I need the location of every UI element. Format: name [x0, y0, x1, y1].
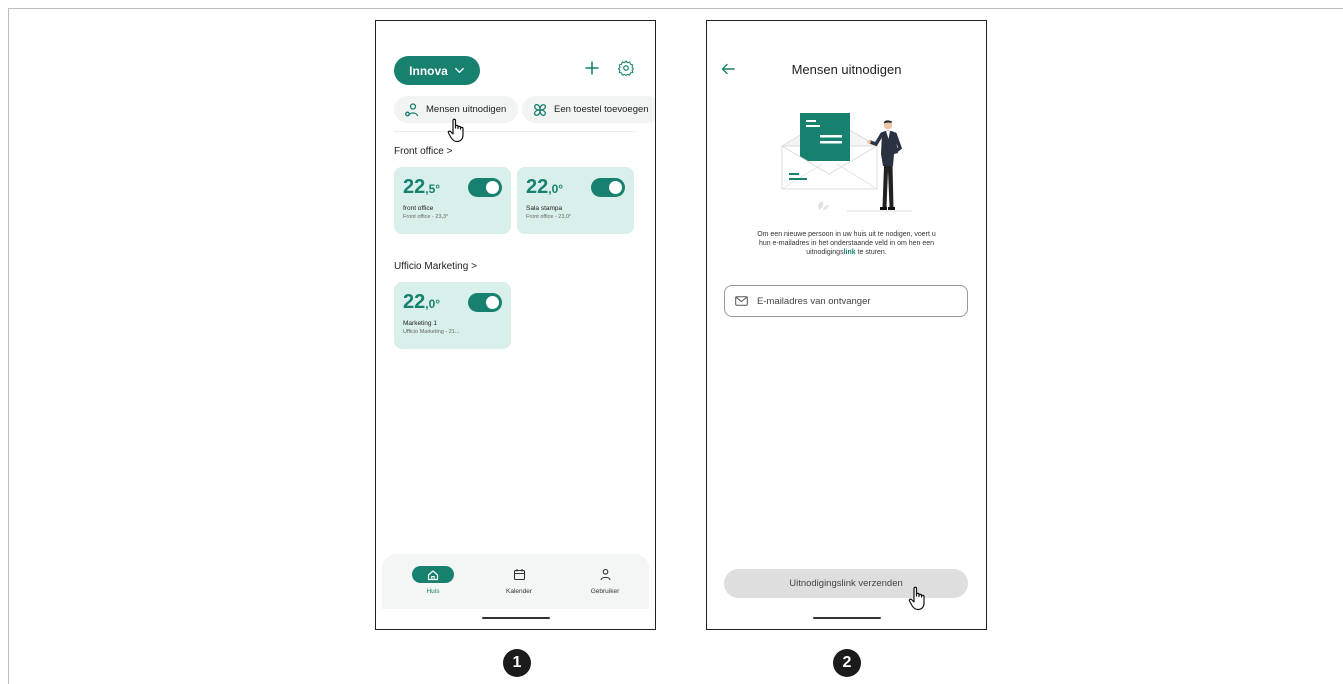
device-card-sala-stampa[interactable]: 22,0° Sala stampa Front office - 23,0° [517, 167, 634, 234]
page-frame [8, 8, 1343, 684]
home-indicator [481, 617, 550, 619]
fan-icon [534, 103, 546, 116]
invite-people-label: Mensen uitnodigen [426, 104, 507, 115]
phone-screen-home: Innova Mensen uitnodigen Een toestel toe… [375, 20, 656, 630]
room-title-front-office[interactable]: Front office > [394, 146, 452, 157]
device-room-temp: Front office - 23,3° [403, 214, 449, 220]
nav-label-user: Gebruiker [590, 588, 620, 595]
device-card-marketing-1[interactable]: 22,0° Marketing 1 Ufficio Marketing - 21… [394, 282, 511, 349]
device-room-temp: Front office - 23,0° [526, 214, 572, 220]
home-icon [427, 569, 439, 580]
step-number-badge: 1 [503, 649, 531, 677]
recipient-email-field[interactable]: E-mailadres van ontvanger [724, 285, 968, 317]
nav-item-home[interactable]: Huis [398, 566, 468, 595]
nav-item-calendar[interactable]: Kalender [484, 566, 554, 595]
divider [394, 131, 637, 132]
bottom-navigation: Huis Kalender Gebruiker [382, 554, 649, 609]
add-device-label: Een toestel toevoegen [554, 104, 649, 115]
home-selector-button[interactable]: Innova [394, 56, 480, 85]
chevron-down-icon [454, 67, 464, 74]
device-temperature: 22,5° [403, 176, 441, 198]
device-power-toggle[interactable] [468, 293, 502, 312]
home-indicator [812, 617, 881, 619]
email-placeholder: E-mailadres van ontvanger [757, 295, 871, 307]
link-word: link [843, 249, 856, 256]
add-device-chip[interactable]: Een toestel toevoegen [522, 96, 655, 123]
nav-label-home: Huis [426, 588, 440, 595]
device-power-toggle[interactable] [591, 178, 625, 197]
room-title-ufficio-marketing[interactable]: Ufficio Marketing > [394, 261, 477, 272]
step-number-badge: 2 [833, 649, 861, 677]
nav-label-calendar: Kalender [505, 588, 533, 595]
device-temperature: 22,0° [403, 291, 441, 313]
device-name: Sala stampa [526, 205, 563, 212]
calendar-icon [513, 569, 525, 581]
phone-screen-invite: Mensen uitnodigen Om een nieuwe persoon … [706, 20, 987, 630]
mail-icon [735, 296, 748, 306]
invite-instructions: Om een nieuwe persoon in uw huis uit te … [757, 231, 936, 256]
home-selector-label: Innova [409, 63, 448, 78]
nav-item-user[interactable]: Gebruiker [570, 566, 640, 595]
device-name: front office [403, 205, 434, 212]
device-card-front-office[interactable]: 22,5° front office Front office - 23,3° [394, 167, 511, 234]
send-invitation-link-button[interactable]: Uitnodigingslink verzenden [724, 569, 968, 598]
hand-pointer-icon [447, 118, 464, 143]
invite-envelope-illustration [780, 113, 912, 212]
plus-icon[interactable] [584, 60, 600, 76]
page-title: Mensen uitnodigen [791, 62, 902, 77]
hand-pointer-icon [908, 586, 925, 611]
device-name: Marketing 1 [403, 320, 437, 327]
device-room-temp: Ufficio Marketing - 21... [403, 329, 460, 335]
device-temperature: 22,0° [526, 176, 564, 198]
invite-people-icon [405, 102, 419, 116]
gear-icon[interactable] [617, 59, 635, 77]
device-power-toggle[interactable] [468, 178, 502, 197]
user-icon [599, 568, 611, 581]
